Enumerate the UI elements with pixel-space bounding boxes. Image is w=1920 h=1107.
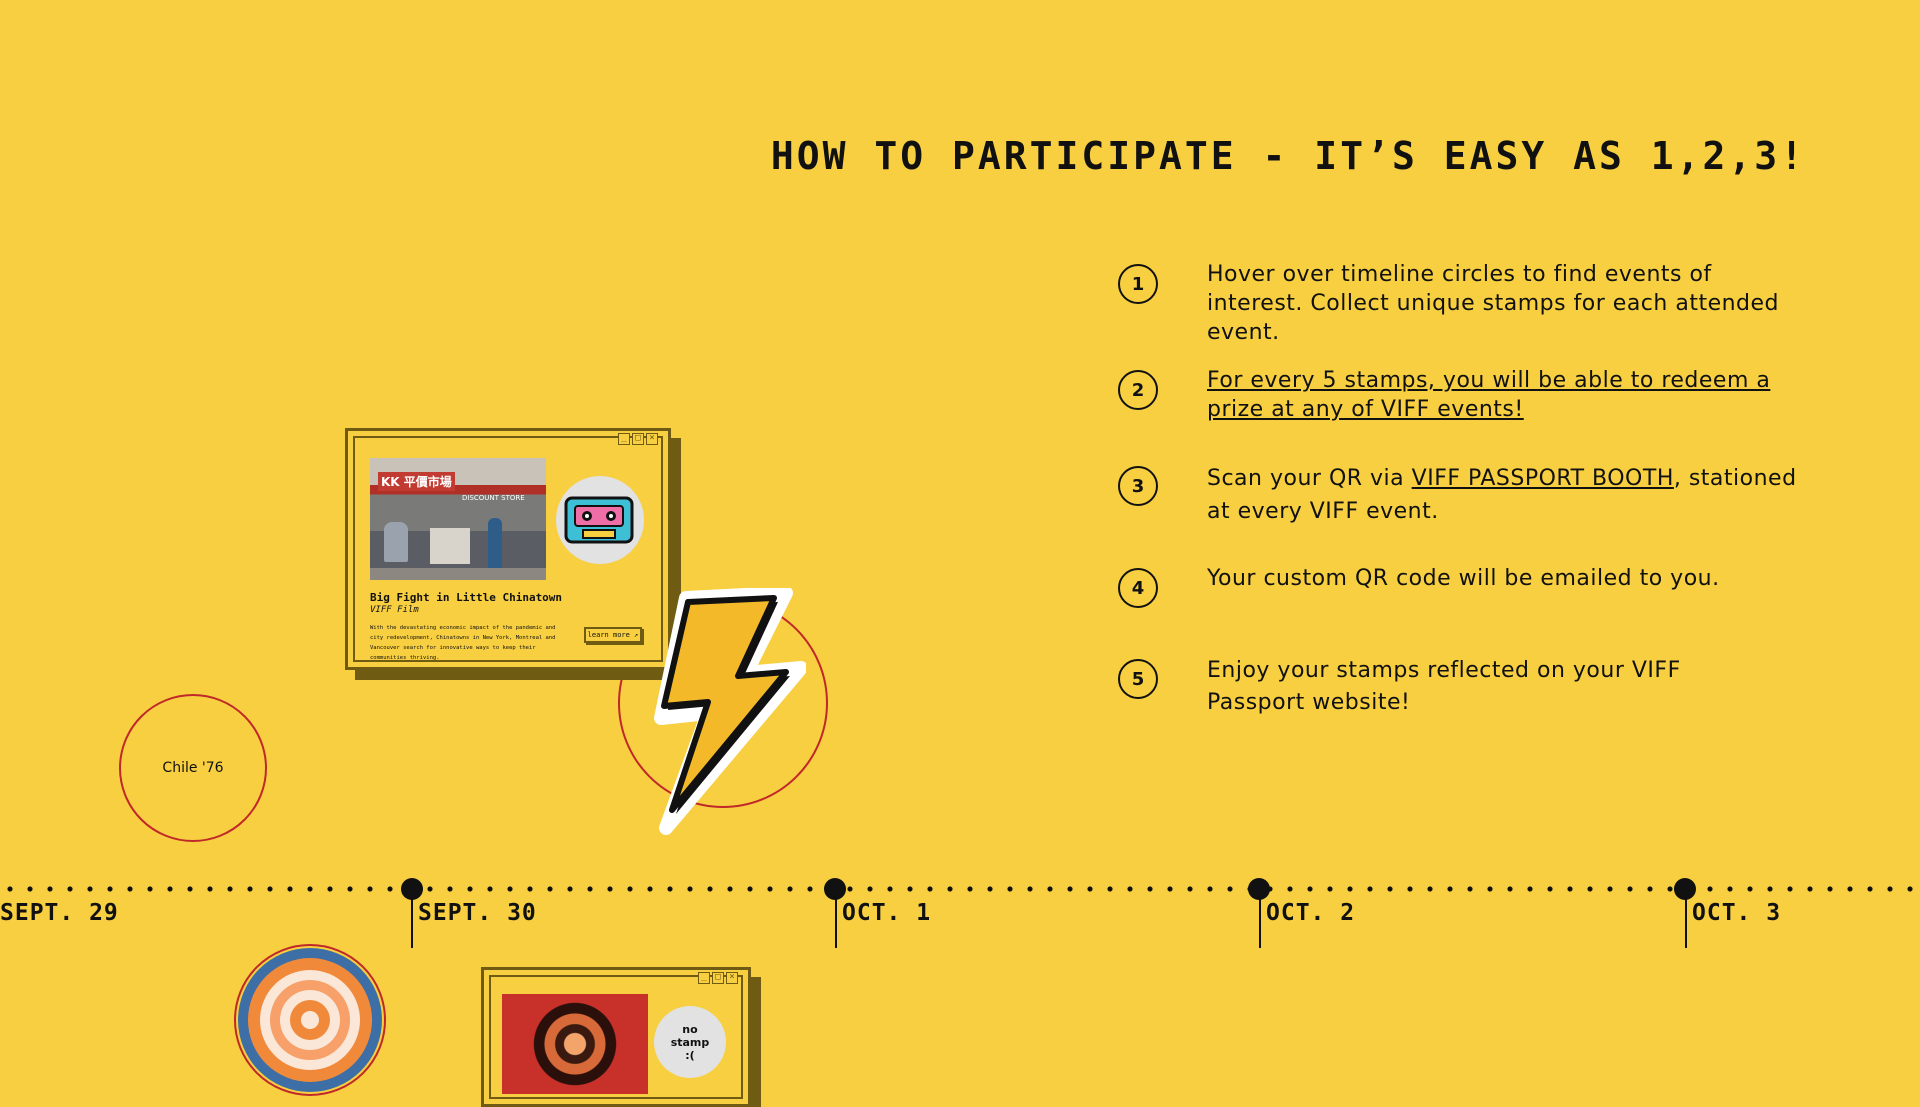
window-controls: _ □ × bbox=[618, 433, 658, 445]
event-circle-chile[interactable]: Chile '76 bbox=[119, 694, 267, 842]
step-number: 5 bbox=[1118, 659, 1158, 699]
maximize-icon[interactable]: □ bbox=[632, 433, 644, 445]
day-tick bbox=[411, 888, 413, 948]
step-text: Hover over timeline circles to find even… bbox=[1207, 262, 1780, 345]
event-circle-stamp[interactable] bbox=[234, 944, 386, 1096]
day-tick bbox=[1259, 888, 1261, 948]
event-description: With the devastating economic impact of … bbox=[370, 625, 556, 661]
no-stamp-bubble: no stamp :( bbox=[654, 1006, 726, 1078]
flower-stamp-icon bbox=[238, 948, 382, 1092]
minimize-icon[interactable]: _ bbox=[618, 433, 630, 445]
stamp-bubble bbox=[556, 476, 644, 564]
close-icon[interactable]: × bbox=[646, 433, 658, 445]
lightning-bolt-icon bbox=[654, 588, 806, 835]
kaleidoscope-image bbox=[502, 994, 648, 1094]
day-label-oct-2: OCT. 2 bbox=[1266, 900, 1356, 926]
timeline-track bbox=[0, 886, 1920, 892]
close-icon[interactable]: × bbox=[726, 972, 738, 984]
event-card-2: _ □ × no stamp :( bbox=[481, 967, 751, 1107]
step-number: 3 bbox=[1118, 466, 1158, 506]
event-title: Big Fight in Little Chinatown bbox=[370, 591, 563, 604]
passport-booth-link[interactable]: VIFF PASSPORT BOOTH bbox=[1412, 466, 1674, 491]
window-controls: _ □ × bbox=[698, 972, 738, 984]
maximize-icon[interactable]: □ bbox=[712, 972, 724, 984]
photo-sign-sub: DISCOUNT STORE bbox=[462, 494, 525, 502]
step-number: 4 bbox=[1118, 568, 1158, 608]
photo-sign: KK 平價市場 bbox=[378, 472, 455, 491]
event-label: Chile '76 bbox=[162, 760, 224, 776]
step-text: Your custom QR code will be emailed to y… bbox=[1207, 566, 1720, 591]
step-text: Scan your QR via VIFF PASSPORT BOOTH, st… bbox=[1207, 462, 1807, 528]
day-tick bbox=[1685, 888, 1687, 948]
day-label-oct-1: OCT. 1 bbox=[842, 900, 932, 926]
minimize-icon[interactable]: _ bbox=[698, 972, 710, 984]
day-label-sept-29: SEPT. 29 bbox=[0, 900, 119, 926]
step-number: 2 bbox=[1118, 370, 1158, 410]
day-label-oct-3: OCT. 3 bbox=[1692, 900, 1782, 926]
step-text: Enjoy your stamps reflected on your VIFF… bbox=[1207, 658, 1681, 715]
cassette-icon bbox=[564, 496, 634, 544]
event-card: _ □ × KK 平價市場 DISCOUNT STORE Big Fight i… bbox=[345, 428, 671, 670]
event-subtitle: VIFF Film bbox=[370, 605, 419, 615]
film-photo: KK 平價市場 DISCOUNT STORE bbox=[370, 458, 546, 580]
no-stamp-text: no stamp :( bbox=[670, 1022, 710, 1062]
step-text-before: Scan your QR via bbox=[1207, 466, 1412, 491]
day-tick bbox=[835, 888, 837, 948]
day-label-sept-30: SEPT. 30 bbox=[418, 900, 537, 926]
step-number: 1 bbox=[1118, 264, 1158, 304]
learn-more-button[interactable]: learn more ↗ bbox=[584, 627, 642, 643]
prize-link[interactable]: For every 5 stamps, you will be able to … bbox=[1207, 366, 1807, 424]
page-heading: HOW TO PARTICIPATE - IT’S EASY AS 1,2,3! bbox=[770, 134, 1806, 178]
